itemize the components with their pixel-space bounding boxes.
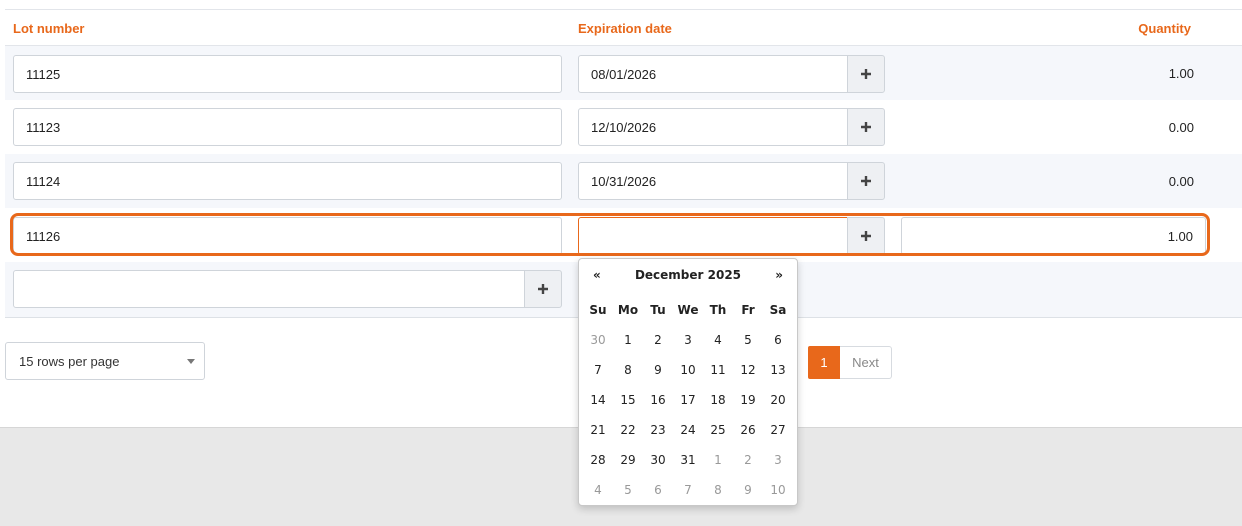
calendar-day[interactable]: 3	[763, 445, 793, 475]
calendar-day[interactable]: 24	[673, 415, 703, 445]
calendar-day[interactable]: 6	[643, 475, 673, 505]
add-lot-button[interactable]	[524, 270, 562, 308]
table-row: 11123 12/10/2026 0.00	[5, 100, 1242, 154]
calendar-day[interactable]: 2	[733, 445, 763, 475]
datepicker-header: « December 2025 »	[579, 265, 797, 287]
table-row: 11125 08/01/2026 1.00	[5, 46, 1242, 100]
weekday-header: Tu	[650, 303, 666, 317]
quantity-value: 0.00	[1168, 174, 1194, 189]
add-date-button[interactable]	[847, 108, 885, 146]
calendar-day[interactable]: 30	[583, 325, 613, 355]
quantity-value: 1.00	[1168, 66, 1194, 81]
weekday-header: Th	[709, 303, 727, 317]
table-row: 11124 10/31/2026 0.00	[5, 154, 1242, 208]
lot-number-input[interactable]: 11123	[13, 108, 562, 146]
top-divider	[5, 9, 1242, 10]
new-lot-number-input[interactable]	[13, 270, 525, 308]
calendar-day[interactable]: 10	[763, 475, 793, 505]
weekday-header: We	[677, 303, 699, 317]
weekday-header: Fr	[741, 303, 755, 317]
next-page-button[interactable]: Next	[840, 346, 892, 379]
plus-icon	[538, 284, 548, 294]
calendar-day[interactable]: 16	[643, 385, 673, 415]
calendar-day[interactable]: 17	[673, 385, 703, 415]
calendar-day[interactable]: 10	[673, 355, 703, 385]
calendar-day[interactable]: 27	[763, 415, 793, 445]
add-date-button[interactable]	[847, 162, 885, 200]
lot-number-input[interactable]: 11124	[13, 162, 562, 200]
expiration-date-input[interactable]: 12/10/2026	[578, 108, 848, 146]
plus-icon	[861, 69, 871, 79]
calendar-day[interactable]: 4	[703, 325, 733, 355]
calendar-day[interactable]: 7	[583, 355, 613, 385]
lot-number-input[interactable]: 11125	[13, 55, 562, 93]
calendar-day[interactable]: 21	[583, 415, 613, 445]
calendar-day[interactable]: 3	[673, 325, 703, 355]
calendar-day[interactable]: 18	[703, 385, 733, 415]
quantity-value: 0.00	[1168, 120, 1194, 135]
expiration-date-input[interactable]: 10/31/2026	[578, 162, 848, 200]
rows-per-page-select[interactable]: 15 rows per page	[5, 342, 205, 380]
header-expiration-date: Expiration date	[578, 21, 672, 36]
calendar-day[interactable]: 25	[703, 415, 733, 445]
calendar-day[interactable]: 14	[583, 385, 613, 415]
calendar-day[interactable]: 5	[733, 325, 763, 355]
calendar-day[interactable]: 9	[643, 355, 673, 385]
calendar-day[interactable]: 23	[643, 415, 673, 445]
header-quantity: Quantity	[1138, 21, 1191, 36]
datepicker-grid: Su Mo Tu We Th Fr Sa 30 1 2 3 4 5 6 7 8 9 10 11 12 13 14 15 16 1…	[583, 295, 793, 505]
next-month-button[interactable]: »	[775, 268, 783, 282]
expiration-date-input[interactable]: 08/01/2026	[578, 55, 848, 93]
calendar-day[interactable]: 1	[703, 445, 733, 475]
rows-per-page-label: 15 rows per page	[19, 353, 120, 369]
highlight-outline	[10, 213, 1210, 256]
calendar-day[interactable]: 6	[763, 325, 793, 355]
calendar-day[interactable]: 31	[673, 445, 703, 475]
calendar-day[interactable]: 7	[673, 475, 703, 505]
calendar-day[interactable]: 1	[613, 325, 643, 355]
calendar-day[interactable]: 8	[703, 475, 733, 505]
calendar-day[interactable]: 4	[583, 475, 613, 505]
calendar-day[interactable]: 19	[733, 385, 763, 415]
calendar-day[interactable]: 5	[613, 475, 643, 505]
plus-icon	[861, 176, 871, 186]
plus-icon	[861, 122, 871, 132]
header-lot-number: Lot number	[13, 21, 85, 36]
weekday-header: Mo	[617, 303, 639, 317]
calendar-day[interactable]: 8	[613, 355, 643, 385]
calendar-day[interactable]: 15	[613, 385, 643, 415]
calendar-day[interactable]: 2	[643, 325, 673, 355]
calendar-day[interactable]: 26	[733, 415, 763, 445]
calendar-day[interactable]: 22	[613, 415, 643, 445]
calendar-day[interactable]: 30	[643, 445, 673, 475]
calendar-day[interactable]: 29	[613, 445, 643, 475]
caret-down-icon	[187, 359, 195, 364]
add-date-button[interactable]	[847, 55, 885, 93]
calendar-day[interactable]: 12	[733, 355, 763, 385]
weekday-header: Su	[589, 303, 607, 317]
calendar-day[interactable]: 13	[763, 355, 793, 385]
calendar-day[interactable]: 9	[733, 475, 763, 505]
calendar-day[interactable]: 11	[703, 355, 733, 385]
datepicker-popup: « December 2025 » Su Mo Tu We Th Fr Sa 30 1 2 3 4 5 6…	[578, 258, 798, 506]
page-1-button[interactable]: 1	[808, 346, 840, 379]
weekday-header: Sa	[769, 303, 787, 317]
calendar-day[interactable]: 28	[583, 445, 613, 475]
datepicker-month-title[interactable]: December 2025	[579, 268, 797, 282]
calendar-day[interactable]: 20	[763, 385, 793, 415]
